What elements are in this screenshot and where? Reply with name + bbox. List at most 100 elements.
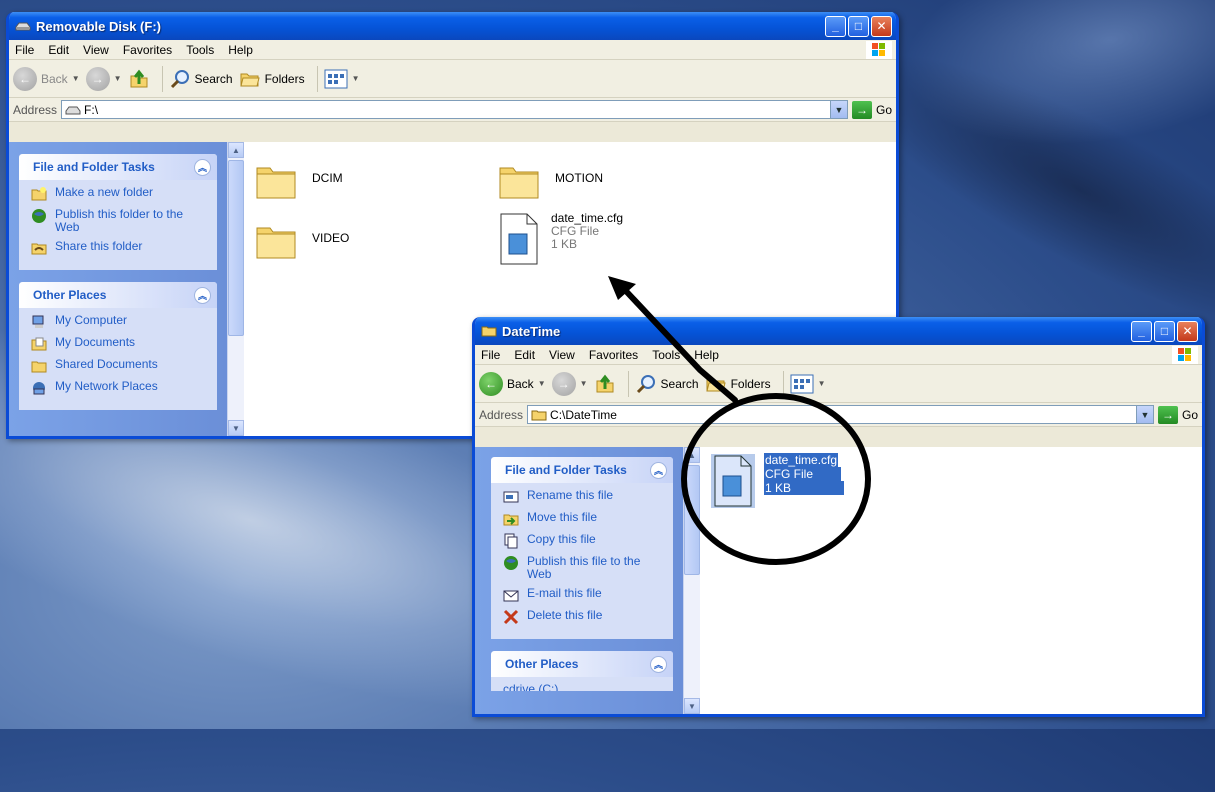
menu-view[interactable]: View — [549, 348, 575, 362]
chevron-down-icon: ▼ — [537, 379, 546, 388]
search-button[interactable]: Search — [169, 68, 233, 90]
chevron-down-icon: ▼ — [113, 74, 122, 83]
task-publish-file[interactable]: Publish this file to the Web — [503, 555, 665, 581]
title-bar[interactable]: Removable Disk (F:) _ □ ✕ — [9, 12, 896, 40]
address-value: F:\ — [84, 102, 99, 117]
scroll-up-arrow[interactable]: ▲ — [228, 142, 244, 158]
file-size: 1 KB — [551, 237, 578, 251]
go-button[interactable]: → Go — [1157, 405, 1198, 424]
panel-header[interactable]: File and Folder Tasks ︽ — [19, 154, 217, 180]
menu-favorites[interactable]: Favorites — [589, 348, 638, 362]
folder-motion[interactable]: MOTION — [497, 158, 603, 202]
task-publish-folder[interactable]: Publish this folder to the Web — [31, 208, 209, 234]
toolbar-separator — [782, 370, 784, 397]
panel-header[interactable]: Other Places ︽ — [19, 282, 217, 308]
windows-logo-icon — [866, 41, 892, 59]
forward-button[interactable]: → ▼ — [551, 371, 588, 396]
menu-help[interactable]: Help — [228, 43, 253, 57]
menu-help[interactable]: Help — [694, 348, 719, 362]
file-date-time-cfg[interactable]: date_time.cfg CFG File 1 KB — [710, 453, 845, 509]
up-folder-button[interactable] — [128, 68, 150, 90]
address-bar: Address F:\ ▼ → Go — [9, 98, 896, 122]
maximize-button[interactable]: □ — [848, 15, 869, 37]
task-move-file[interactable]: Move this file — [503, 511, 665, 527]
folders-button[interactable]: Folders — [239, 68, 305, 90]
windows-logo-icon — [1172, 346, 1198, 364]
place-my-network-places[interactable]: My Network Places — [31, 380, 209, 396]
title-bar[interactable]: DateTime _ □ ✕ — [475, 317, 1202, 345]
menu-tools[interactable]: Tools — [186, 43, 214, 57]
address-dropdown[interactable]: ▼ — [829, 101, 847, 118]
folder-icon — [499, 167, 539, 199]
address-label: Address — [479, 407, 524, 422]
go-button[interactable]: → Go — [851, 100, 892, 119]
scroll-up-arrow[interactable]: ▲ — [684, 447, 700, 463]
views-button[interactable]: ▼ — [324, 69, 360, 89]
collapse-icon[interactable]: ︽ — [650, 461, 667, 479]
panel-header[interactable]: File and Folder Tasks ︽ — [491, 457, 673, 483]
menu-edit[interactable]: Edit — [48, 43, 69, 57]
menu-edit[interactable]: Edit — [514, 348, 535, 362]
other-places-panel: Other Places ︽ My Computer My Documents … — [19, 282, 217, 410]
menu-file[interactable]: File — [15, 43, 34, 57]
task-pane-scrollbar[interactable]: ▲ ▼ — [683, 447, 700, 714]
file-date-time-cfg[interactable]: date_time.cfg CFG File 1 KB — [497, 212, 623, 266]
folder-dcim[interactable]: DCIM — [254, 158, 343, 202]
menu-file[interactable]: File — [481, 348, 500, 362]
maximize-button[interactable]: □ — [1154, 320, 1175, 342]
place-my-documents[interactable]: My Documents — [31, 336, 209, 352]
file-list: date_time.cfg CFG File 1 KB — [700, 447, 1202, 714]
scroll-thumb[interactable] — [228, 160, 244, 336]
drive-icon — [65, 106, 81, 114]
up-folder-button[interactable] — [594, 373, 616, 395]
views-icon — [790, 374, 814, 393]
task-delete-file[interactable]: Delete this file — [503, 609, 665, 625]
task-share-folder[interactable]: Share this folder — [31, 240, 209, 256]
place-my-computer[interactable]: My Computer — [31, 314, 209, 330]
other-places-panel: Other Places ︽ cdrive (C:) — [491, 651, 673, 691]
search-icon — [170, 69, 189, 88]
task-pane-scrollbar[interactable]: ▲ ▼ — [227, 142, 244, 436]
scroll-down-arrow[interactable]: ▼ — [228, 420, 244, 436]
menu-view[interactable]: View — [83, 43, 109, 57]
close-button[interactable]: ✕ — [871, 15, 892, 37]
window-title: Removable Disk (F:) — [36, 18, 161, 34]
panel-header[interactable]: Other Places ︽ — [491, 651, 673, 677]
globe-icon — [32, 209, 46, 223]
address-dropdown[interactable]: ▼ — [1135, 406, 1153, 423]
folder-video[interactable]: VIDEO — [254, 218, 349, 262]
menu-favorites[interactable]: Favorites — [123, 43, 172, 57]
scroll-down-arrow[interactable]: ▼ — [684, 698, 700, 714]
search-button[interactable]: Search — [635, 373, 699, 395]
address-input[interactable]: F:\ ▼ — [61, 100, 848, 119]
address-input[interactable]: C:\DateTime ▼ — [527, 405, 1154, 424]
collapse-icon[interactable]: ︽ — [650, 655, 667, 673]
place-cdrive[interactable]: cdrive (C:) — [503, 683, 665, 692]
file-name: date_time.cfg — [764, 453, 839, 467]
forward-button[interactable]: → ▼ — [85, 66, 122, 91]
wallpaper-glow — [885, 0, 1215, 175]
file-folder-tasks-panel: File and Folder Tasks ︽ Rename this file… — [491, 457, 673, 639]
close-button[interactable]: ✕ — [1177, 320, 1198, 342]
scroll-thumb[interactable] — [684, 465, 700, 575]
collapse-icon[interactable]: ︽ — [194, 286, 211, 304]
search-icon — [636, 374, 655, 393]
views-button[interactable]: ▼ — [790, 374, 826, 394]
minimize-button[interactable]: _ — [1131, 320, 1152, 342]
place-shared-documents[interactable]: Shared Documents — [31, 358, 209, 374]
task-make-new-folder[interactable]: Make a new folder — [31, 186, 209, 202]
file-type: CFG File — [764, 467, 841, 481]
back-button[interactable]: ← Back ▼ — [479, 371, 546, 396]
back-button[interactable]: ← Back ▼ — [13, 66, 80, 91]
task-copy-file[interactable]: Copy this file — [503, 533, 665, 549]
menu-tools[interactable]: Tools — [652, 348, 680, 362]
task-email-file[interactable]: E-mail this file — [503, 587, 665, 603]
collapse-icon[interactable]: ︽ — [194, 158, 211, 176]
folders-button[interactable]: Folders — [705, 373, 771, 395]
new-folder-icon — [31, 187, 47, 201]
up-folder-icon — [596, 374, 614, 392]
datetime-window[interactable]: DateTime _ □ ✕ File Edit View Favorites … — [472, 317, 1205, 717]
toolbar: ← Back ▼ → ▼ Search Folders ▼ — [475, 365, 1202, 403]
minimize-button[interactable]: _ — [825, 15, 846, 37]
task-rename-file[interactable]: Rename this file — [503, 489, 665, 505]
